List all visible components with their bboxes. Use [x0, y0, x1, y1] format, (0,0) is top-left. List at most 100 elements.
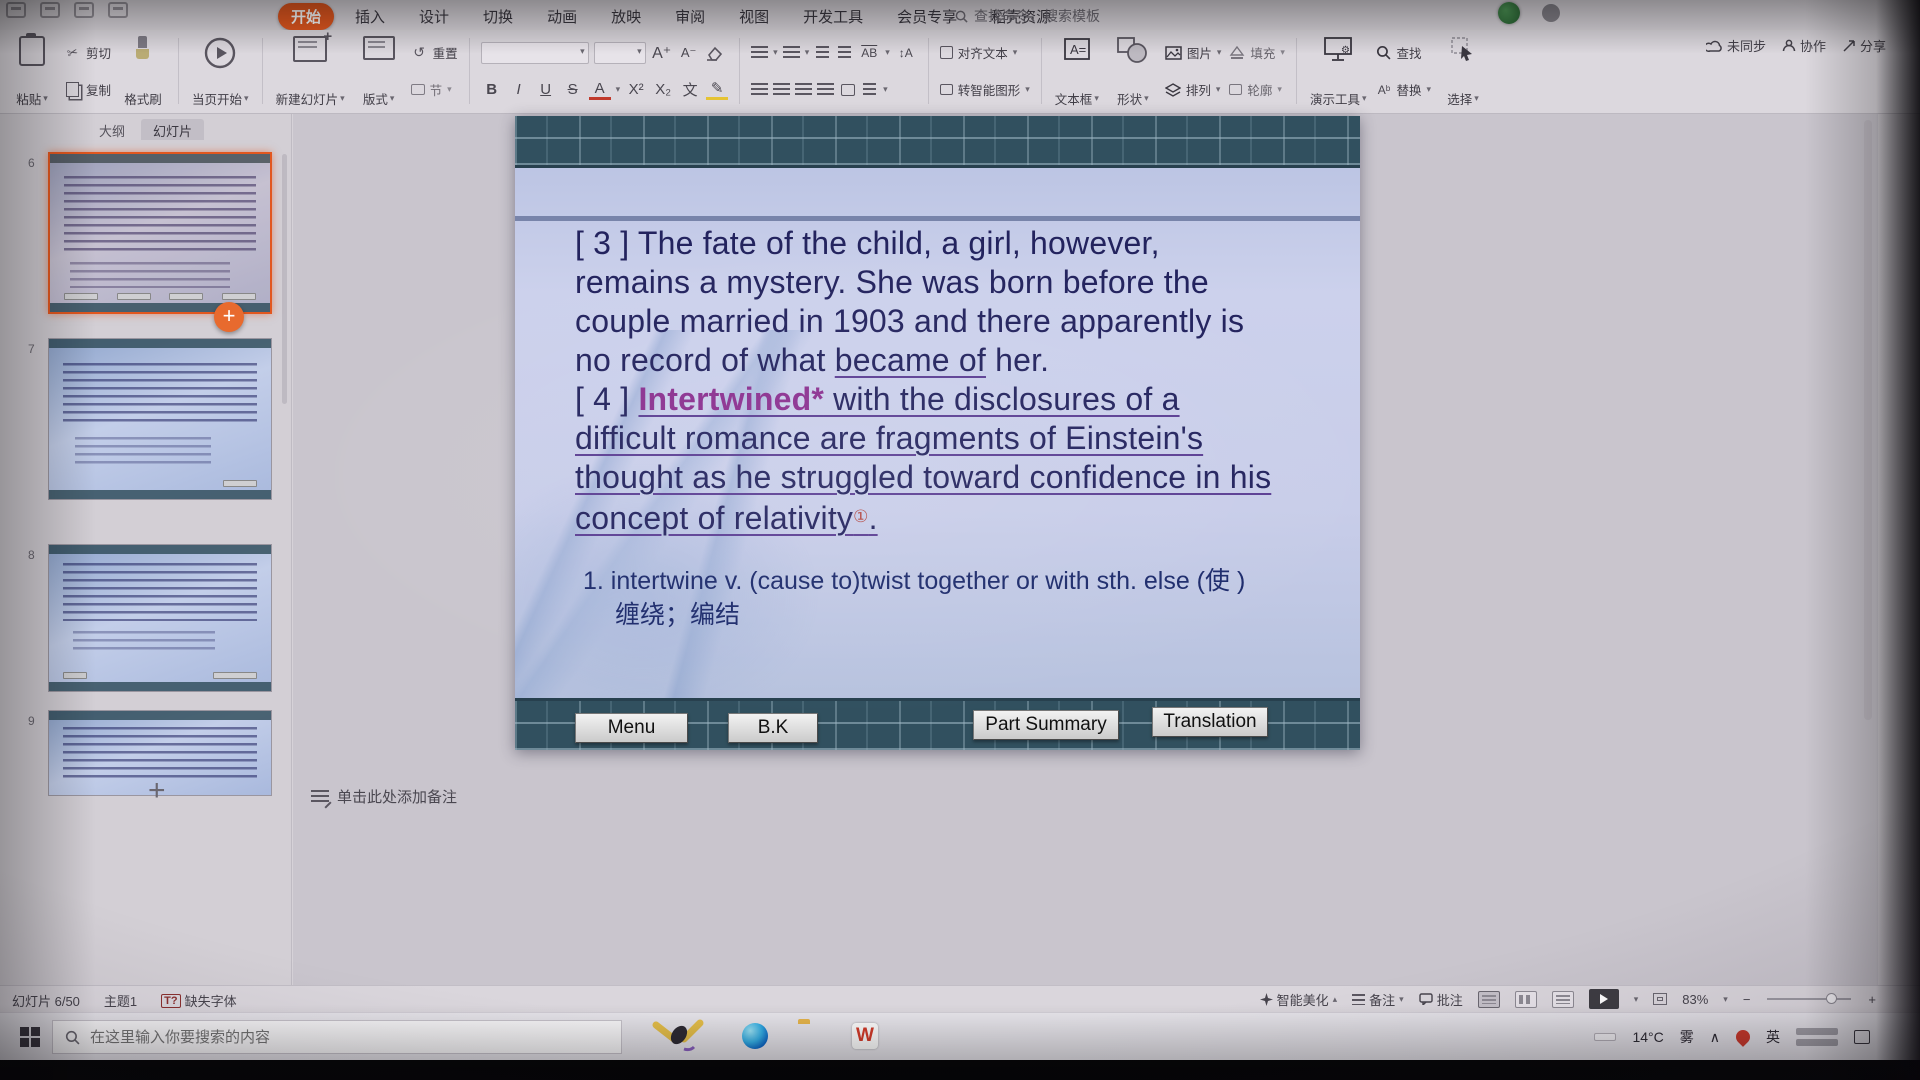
- font-color-button[interactable]: A: [589, 80, 611, 100]
- text-direction-button[interactable]: AB: [858, 46, 880, 60]
- font-name-select[interactable]: [481, 42, 589, 64]
- underline-button[interactable]: U: [535, 81, 557, 98]
- ime-indicator[interactable]: 英: [1766, 1027, 1780, 1047]
- reading-view-button[interactable]: [1552, 991, 1574, 1008]
- cut-button[interactable]: ✂剪切: [60, 41, 115, 64]
- decrease-indent-icon[interactable]: [816, 46, 829, 59]
- new-slide-button[interactable]: 新建幻灯片▾: [270, 32, 351, 110]
- theme-label[interactable]: 主题1: [104, 991, 137, 1010]
- layout-button[interactable]: 版式▾: [351, 32, 407, 110]
- zoom-out-button[interactable]: −: [1743, 992, 1751, 1007]
- align-center-icon[interactable]: [773, 83, 790, 96]
- new-slide-plus-button[interactable]: +: [148, 774, 166, 808]
- taskbar-search-input[interactable]: [90, 1029, 550, 1046]
- grow-font-button[interactable]: A⁺: [651, 43, 673, 63]
- italic-button[interactable]: I: [508, 81, 530, 98]
- textbox-button[interactable]: A= 文本框▾: [1049, 32, 1105, 110]
- slide-translation-button[interactable]: Translation: [1152, 707, 1268, 737]
- shrink-font-button[interactable]: A⁻: [678, 45, 700, 61]
- command-search-box[interactable]: 查找命令、搜索模板: [955, 6, 1100, 26]
- tray-expand-chevron[interactable]: ∧: [1710, 1029, 1720, 1046]
- save-icon[interactable]: [6, 2, 26, 18]
- find-button[interactable]: 查找: [1372, 41, 1435, 64]
- line-spacing-button[interactable]: ↕A: [895, 46, 917, 60]
- align-text-button[interactable]: 对齐文本▾: [936, 41, 1034, 64]
- slide-back-button[interactable]: B.K: [728, 713, 818, 743]
- redo-icon[interactable]: [108, 2, 128, 18]
- slide-body-text[interactable]: [ 3 ] The fate of the child, a girl, how…: [575, 224, 1275, 538]
- action-center-icon[interactable]: [1854, 1030, 1870, 1044]
- slide-menu-button[interactable]: Menu: [575, 713, 688, 743]
- print-icon[interactable]: [40, 2, 60, 18]
- superscript-button[interactable]: X²: [625, 81, 647, 98]
- slide-sorter-view-button[interactable]: [1515, 991, 1537, 1008]
- edge-browser-icon[interactable]: [742, 1023, 768, 1049]
- zoom-slider-knob[interactable]: [1826, 993, 1837, 1004]
- tab-animation[interactable]: 动画: [534, 3, 590, 30]
- numbered-list-icon[interactable]: [783, 46, 800, 59]
- missing-font-warning[interactable]: T? 缺失字体: [161, 991, 236, 1010]
- notes-button[interactable]: 备注 ▾: [1352, 990, 1404, 1009]
- paragraph-spacing-icon[interactable]: [863, 83, 876, 96]
- zoom-slider[interactable]: [1767, 998, 1851, 1000]
- comments-button[interactable]: 批注: [1419, 990, 1463, 1009]
- section-button[interactable]: 节▾: [407, 78, 462, 101]
- panel-scrollbar[interactable]: [282, 154, 287, 404]
- app-menu-icon[interactable]: [1542, 4, 1560, 22]
- clock[interactable]: [1796, 1028, 1838, 1046]
- char-tool-button[interactable]: 文: [679, 79, 701, 100]
- beautify-button[interactable]: 智能美化 ▴: [1260, 990, 1338, 1009]
- align-right-icon[interactable]: [795, 83, 812, 96]
- zoom-level[interactable]: 83%: [1682, 992, 1708, 1007]
- tab-review[interactable]: 审阅: [662, 3, 718, 30]
- slide-part-summary-button[interactable]: Part Summary: [973, 710, 1119, 740]
- bullet-list-icon[interactable]: [751, 46, 768, 59]
- sync-status-button[interactable]: 未同步: [1706, 36, 1766, 55]
- convert-smartart-button[interactable]: 转智能图形▾: [936, 78, 1034, 101]
- weather-condition[interactable]: 雾: [1680, 1027, 1694, 1047]
- start-button[interactable]: [20, 1027, 40, 1047]
- highlight-button[interactable]: ✎: [706, 79, 728, 100]
- columns-icon[interactable]: [841, 84, 855, 96]
- bold-button[interactable]: B: [481, 81, 503, 98]
- subscript-button[interactable]: X₂: [652, 81, 674, 98]
- reset-button[interactable]: ↺重置: [407, 41, 462, 64]
- font-size-select[interactable]: [594, 42, 646, 64]
- replace-button[interactable]: Aᵇ 替换▾: [1372, 78, 1435, 101]
- paste-button[interactable]: 粘贴▾: [4, 32, 60, 110]
- slide-thumbnail[interactable]: [48, 544, 272, 692]
- zoom-in-button[interactable]: +: [1868, 992, 1876, 1007]
- copy-button[interactable]: 复制: [60, 78, 115, 101]
- shapes-button[interactable]: 形状▾: [1105, 32, 1161, 110]
- play-from-current-button[interactable]: 当页开始▾: [186, 32, 255, 110]
- slide-footnote[interactable]: 1. intertwine v. (cause to)twist togethe…: [583, 564, 1273, 632]
- tab-home[interactable]: 开始: [278, 3, 334, 30]
- format-painter-button[interactable]: 格式刷: [115, 32, 171, 110]
- normal-view-button[interactable]: [1478, 991, 1500, 1008]
- arrange-button[interactable]: 排列▾: [1161, 78, 1226, 101]
- slideshow-play-button[interactable]: [1589, 989, 1619, 1009]
- share-button[interactable]: 分享: [1842, 36, 1886, 55]
- collaborate-button[interactable]: 协作: [1782, 36, 1826, 55]
- select-button[interactable]: 选择▾: [1435, 32, 1491, 110]
- avatar[interactable]: [1498, 2, 1520, 24]
- fill-button[interactable]: 填充▾: [1225, 41, 1289, 64]
- slide-thumbnail-current[interactable]: [48, 152, 272, 314]
- clear-format-icon[interactable]: [705, 45, 723, 61]
- weather-temperature[interactable]: 14°C: [1632, 1029, 1663, 1045]
- add-slide-button[interactable]: +: [214, 302, 244, 332]
- slide-thumbnail[interactable]: [48, 338, 272, 500]
- justify-icon[interactable]: [817, 83, 834, 96]
- strikethrough-button[interactable]: S: [562, 81, 584, 98]
- picture-button[interactable]: 图片▾: [1161, 41, 1226, 64]
- tab-outline[interactable]: 大纲: [87, 119, 137, 140]
- news-widget-icon[interactable]: [1594, 1033, 1616, 1041]
- tab-transition[interactable]: 切换: [470, 3, 526, 30]
- tab-slideshow[interactable]: 放映: [598, 3, 654, 30]
- tab-insert[interactable]: 插入: [342, 3, 398, 30]
- presentation-tools-button[interactable]: ⚙ 演示工具▾: [1304, 32, 1373, 110]
- voice-assistant-icon[interactable]: [648, 1019, 708, 1055]
- slide-canvas[interactable]: [ 3 ] The fate of the child, a girl, how…: [515, 116, 1360, 750]
- notes-placeholder[interactable]: 单击此处添加备注: [311, 786, 457, 807]
- tab-devtools[interactable]: 开发工具: [790, 3, 876, 30]
